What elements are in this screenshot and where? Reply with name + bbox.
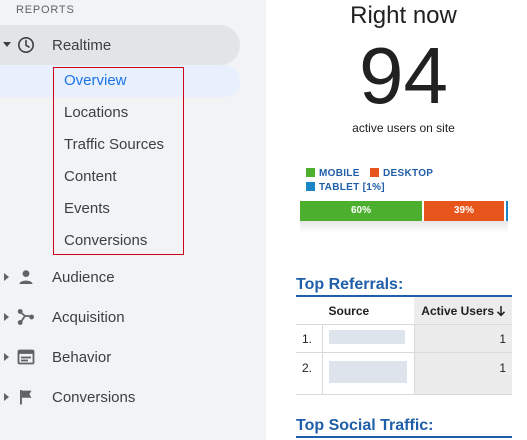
top-referrals-table: Source Active Users 1. 1 2. 1 xyxy=(296,297,512,395)
legend-swatch xyxy=(306,168,315,177)
acquisition-icon xyxy=(17,308,35,326)
table-header-row: Source Active Users xyxy=(296,297,512,325)
legend-swatch xyxy=(306,182,315,191)
sidebar-item-realtime-label: Realtime xyxy=(52,37,112,54)
device-bar-segment-desktop: 39% xyxy=(424,201,504,221)
clock-icon xyxy=(17,36,35,54)
legend-swatch xyxy=(370,168,379,177)
sidebar-item-conversions[interactable]: Conversions xyxy=(0,381,240,413)
sidebar-item-label: Traffic Sources xyxy=(64,136,165,153)
caret-right-icon xyxy=(4,273,9,281)
sidebar-item-label: Audience xyxy=(52,269,115,286)
top-social-traffic-rule xyxy=(296,436,512,438)
active-users-caption: active users on site xyxy=(352,121,455,135)
sidebar-item-label: Locations xyxy=(64,104,129,121)
rank-cell: 2. xyxy=(296,352,323,395)
active-users-cell: 1 xyxy=(413,324,512,353)
rank-column-header xyxy=(296,297,323,325)
right-now-title: Right now xyxy=(350,2,457,29)
sidebar-item-realtime[interactable]: Realtime xyxy=(0,25,240,65)
sidebar-item-locations[interactable]: Locations xyxy=(0,97,240,129)
caret-down-icon xyxy=(3,42,11,47)
caret-right-icon xyxy=(4,353,9,361)
active-users-column-label: Active Users xyxy=(421,303,494,318)
legend-item-desktop: DESKTOP xyxy=(370,168,433,179)
sidebar-item-behavior[interactable]: Behavior xyxy=(0,341,240,373)
sidebar-item-realtime-conversions[interactable]: Conversions xyxy=(0,225,240,257)
sidebar-item-label: Behavior xyxy=(52,349,112,366)
sidebar-item-overview[interactable]: Overview xyxy=(0,65,240,97)
active-users-cell: 1 xyxy=(413,352,512,395)
sidebar-item-label: Events xyxy=(64,200,110,217)
device-share-bar: 60% 39% xyxy=(300,201,508,221)
sidebar-item-label: Overview xyxy=(64,72,127,89)
redacted-source xyxy=(329,361,407,383)
table-row: 2. 1 xyxy=(296,352,512,395)
sidebar-item-events[interactable]: Events xyxy=(0,193,240,225)
device-bar-reflection xyxy=(300,221,508,233)
source-cell[interactable] xyxy=(322,324,415,353)
behavior-icon xyxy=(17,348,35,366)
legend-label: TABLET [1%] xyxy=(319,182,385,193)
sidebar-item-label: Conversions xyxy=(52,389,136,406)
person-icon xyxy=(17,268,35,286)
legend-item-mobile: MOBILE xyxy=(306,168,360,179)
rank-cell: 1. xyxy=(296,324,323,353)
sidebar-item-label: Content xyxy=(64,168,117,185)
sidebar-item-traffic-sources[interactable]: Traffic Sources xyxy=(0,129,240,161)
realtime-main-panel: Right now 94 active users on site MOBILE… xyxy=(266,0,527,440)
sidebar-item-audience[interactable]: Audience xyxy=(0,261,240,293)
flag-icon xyxy=(17,388,35,406)
device-bar-segment-tablet xyxy=(506,201,508,221)
source-column-label: Source xyxy=(328,303,370,318)
sidebar-item-acquisition[interactable]: Acquisition xyxy=(0,301,240,333)
legend-label: DESKTOP xyxy=(383,168,434,179)
legend-label: MOBILE xyxy=(319,168,360,179)
active-users-column-header[interactable]: Active Users xyxy=(414,297,512,325)
sidebar-item-label: Acquisition xyxy=(52,309,125,326)
legend-item-tablet: TABLET [1%] xyxy=(306,182,385,193)
sort-down-arrow-icon xyxy=(496,305,506,317)
source-column-header[interactable]: Source xyxy=(322,297,415,325)
reports-sidebar: REPORTS Realtime Overview Locations Traf… xyxy=(0,0,266,440)
top-social-traffic-title: Top Social Traffic: xyxy=(296,417,434,434)
caret-right-icon xyxy=(4,313,9,321)
active-users-count: 94 xyxy=(359,31,448,120)
source-cell[interactable] xyxy=(322,352,415,395)
device-bar-segment-mobile: 60% xyxy=(300,201,422,221)
top-referrals-title: Top Referrals: xyxy=(296,276,404,293)
redacted-source xyxy=(329,330,405,344)
sidebar-item-content[interactable]: Content xyxy=(0,161,240,193)
table-row: 1. 1 xyxy=(296,324,512,353)
sidebar-item-label: Conversions xyxy=(64,232,148,249)
reports-section-label: REPORTS xyxy=(16,4,75,16)
caret-right-icon xyxy=(4,393,9,401)
